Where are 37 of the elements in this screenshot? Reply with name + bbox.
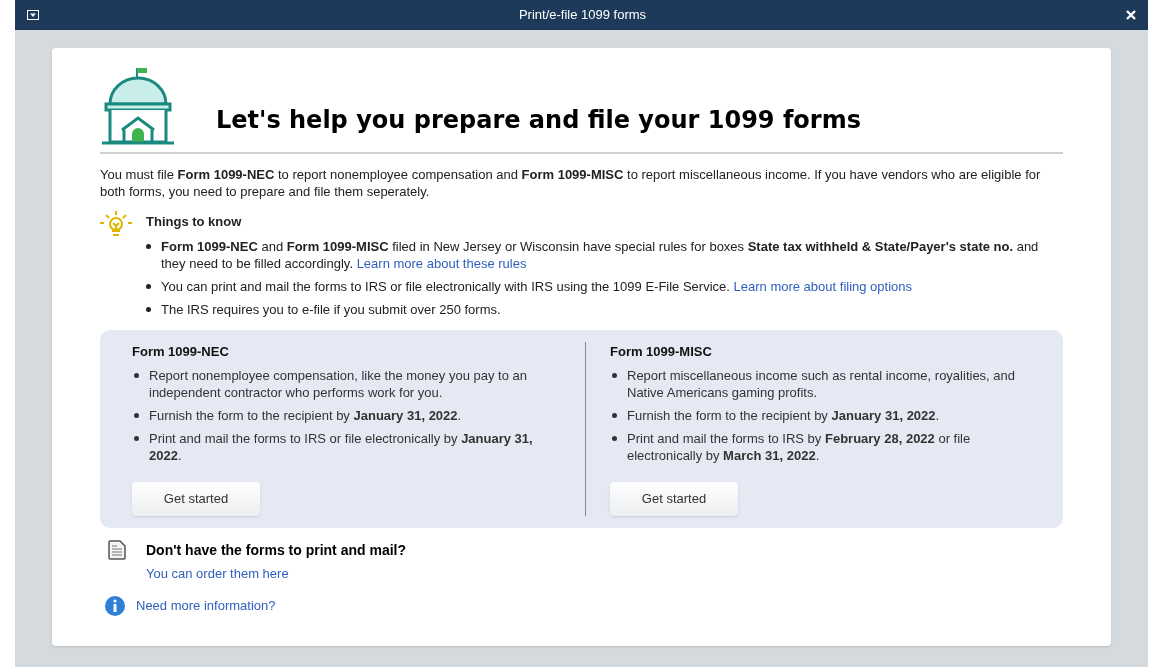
bullet-icon <box>612 413 617 418</box>
order-link[interactable]: You can order them here <box>146 566 289 581</box>
document-icon <box>108 540 126 560</box>
lightbulb-icon <box>100 210 132 238</box>
learn-more-link[interactable]: Learn more about these rules <box>356 255 527 271</box>
order-title: Don't have the forms to print and mail? <box>146 541 406 560</box>
bullet-text: The IRS requires you to e-file if you submit over 250 forms. <box>161 300 501 318</box>
bullet-icon <box>612 436 617 441</box>
window-menu-icon[interactable] <box>27 10 39 20</box>
bullet-icon <box>134 373 139 378</box>
bullet-icon <box>146 243 151 249</box>
bullet-icon <box>134 436 139 441</box>
bullet-text: You can print and mail the forms to IRS or file electronically with IRS using the 1099 E-File Service. Learn more about filing options <box>161 277 913 295</box>
bullet-text: Print and mail the forms to IRS by February 28, 2022 or file electronically by March 31, 2022. <box>627 430 972 464</box>
section-title: Things to know <box>146 213 243 231</box>
bullet-text: Print and mail the forms to IRS or file electronically by January 31, 2022. <box>149 430 534 464</box>
intro-paragraph: You must file Form 1099-NEC to report nonemployee compensation and Form 1099-MISC to report miscellaneous income. If you have vendors who are eligible for both forms, you need to prepare and file them seperately. <box>100 166 1042 200</box>
bullet-text: Furnish the form to the recipient by January 31, 2022. <box>149 407 462 424</box>
bullet-text: Form 1099-NEC and Form 1099-MISC filed in New Jersey or Wisconsin have special rules for boxes State tax withheld & State/Payer's state no. and they need to be filled accordingly. Learn more about these rules <box>161 237 1040 272</box>
bullet-icon <box>134 413 139 418</box>
form-title: Form 1099-MISC <box>610 342 713 361</box>
bullet-text: Report miscellaneous income such as rental income, royalities, and Native Americans gaming profits. <box>627 367 1017 401</box>
page-heading: Let's help you prepare and file your 1099 forms <box>216 105 861 136</box>
get-started-button[interactable]: Get started <box>610 482 738 516</box>
bullet-icon <box>146 283 151 289</box>
bullet-icon <box>612 373 617 378</box>
get-started-button[interactable]: Get started <box>132 482 260 516</box>
bullet-text: Furnish the form to the recipient by January 31, 2022. <box>627 407 940 424</box>
learn-more-link[interactable]: Learn more about filing options <box>733 278 913 294</box>
form-title: Form 1099-NEC <box>132 342 230 361</box>
bullet-text: Report nonemployee compensation, like the money you pay to an independent contractor who performs work for you. <box>149 367 528 401</box>
info-icon <box>104 595 126 617</box>
more-info-link[interactable]: Need more information? <box>136 596 276 616</box>
close-icon[interactable] <box>1126 10 1136 20</box>
government-building-icon <box>100 66 176 146</box>
window-title: Print/e-file 1099 forms <box>517 6 648 25</box>
bullet-icon <box>146 306 151 312</box>
